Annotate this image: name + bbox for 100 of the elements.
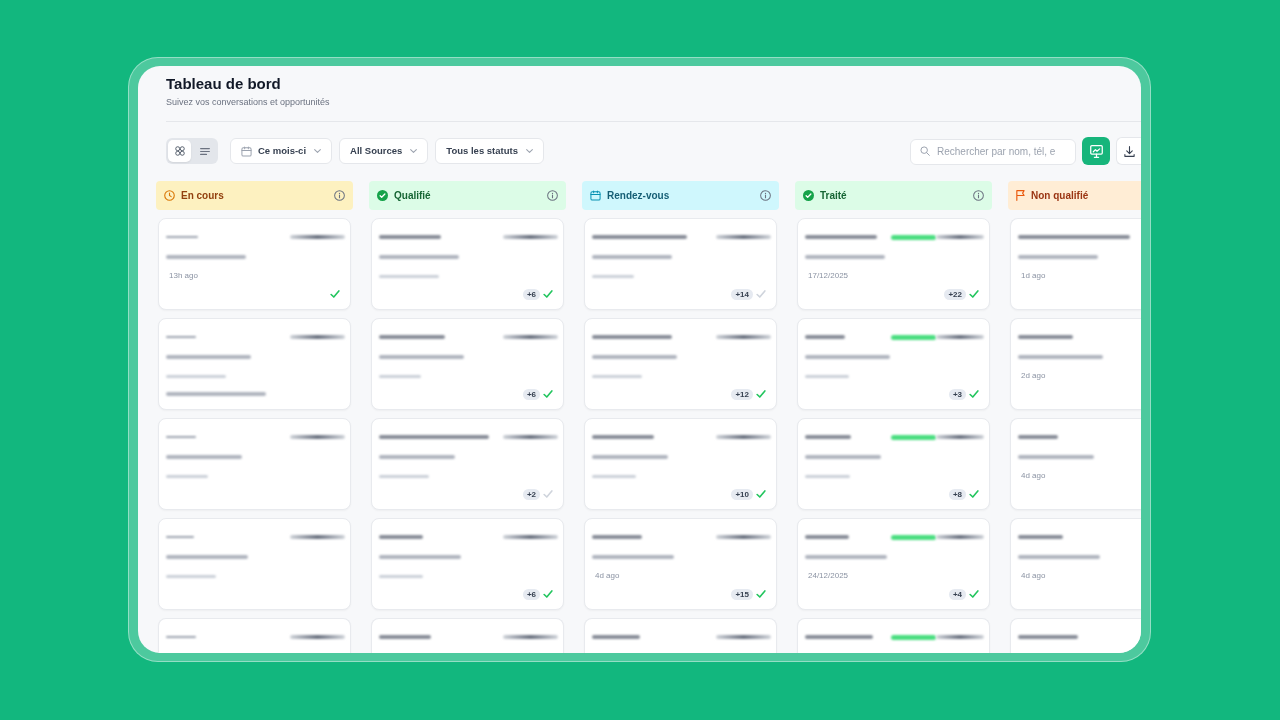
- blurred-text: [805, 435, 851, 439]
- blurred-text: [1018, 635, 1078, 639]
- timestamp: 4d ago: [594, 571, 620, 581]
- blurred-text: [503, 435, 558, 439]
- screen-chart-icon: [1089, 144, 1103, 158]
- blurred-text: [936, 535, 984, 539]
- filter-dropdown[interactable]: Ce mois-ci: [230, 138, 333, 164]
- conversation-card[interactable]: [584, 618, 777, 653]
- blurred-text: [716, 435, 771, 439]
- column-title: Qualifié: [394, 189, 431, 203]
- flag-icon: [1016, 190, 1025, 201]
- caret-icon: [525, 149, 533, 153]
- conversation-card[interactable]: +8: [797, 418, 990, 510]
- column-title: Traité: [820, 189, 847, 203]
- page-subtitle: Suivez vos conversations et opportunités: [166, 97, 330, 108]
- timestamp: 13h ago: [168, 271, 198, 281]
- clock-icon: [164, 190, 175, 201]
- info-icon[interactable]: [334, 190, 345, 201]
- blurred-text: [716, 235, 771, 239]
- blurred-text: [1018, 535, 1063, 539]
- blurred-text: [379, 574, 423, 578]
- blurred-text: [936, 635, 984, 639]
- blurred-text: [166, 574, 216, 578]
- blurred-text: [936, 335, 984, 339]
- info-icon[interactable]: [760, 190, 771, 201]
- blurred-text: [379, 274, 439, 278]
- blurred-text: [503, 335, 558, 339]
- conversation-card[interactable]: +6: [371, 518, 564, 610]
- filter-dropdown[interactable]: Tous les statuts: [435, 138, 544, 164]
- count-badge: +3: [948, 388, 966, 400]
- blurred-text: [290, 235, 345, 239]
- conversation-card[interactable]: +10: [584, 418, 777, 510]
- conversation-card[interactable]: 24/12/2025 +4: [797, 518, 990, 610]
- blurred-text: [1018, 335, 1073, 339]
- blurred-text: [592, 535, 642, 539]
- timestamp: 4d ago: [1020, 571, 1046, 581]
- conversation-card[interactable]: [158, 518, 351, 610]
- blurred-text: [805, 535, 849, 539]
- blurred-text: [503, 535, 558, 539]
- caret-icon: [410, 149, 418, 153]
- blurred-text: [805, 374, 849, 378]
- blurred-text: [592, 274, 634, 278]
- blurred-text: [716, 535, 771, 539]
- check-circle-icon: [803, 190, 814, 201]
- conversation-card[interactable]: [158, 318, 351, 410]
- conversation-card[interactable]: +2: [371, 418, 564, 510]
- conversation-card[interactable]: [158, 618, 351, 653]
- filter-dropdown[interactable]: All Sources: [339, 138, 429, 164]
- blurred-text: [379, 235, 441, 239]
- timestamp: 2d ago: [1020, 371, 1046, 381]
- blurred-text: [290, 435, 345, 439]
- count-badge: +15: [731, 588, 753, 600]
- timestamp: 24/12/2025: [807, 571, 849, 581]
- download-button[interactable]: [1116, 137, 1141, 165]
- blurred-text: [290, 335, 345, 339]
- info-icon[interactable]: [973, 190, 984, 201]
- blurred-text: [379, 474, 429, 478]
- conversation-card[interactable]: [1010, 618, 1141, 653]
- count-badge: +4: [948, 588, 966, 600]
- timestamp: 17/12/2025: [807, 271, 849, 281]
- count-badge: +6: [522, 388, 540, 400]
- list-icon: [199, 147, 210, 155]
- blurred-text: [290, 635, 345, 639]
- caret-icon: [314, 149, 322, 153]
- blurred-text: [592, 635, 640, 639]
- conversation-card[interactable]: +6: [371, 318, 564, 410]
- grid-view-button[interactable]: [168, 140, 191, 162]
- blurred-text: [1018, 435, 1058, 439]
- blurred-text: [379, 635, 431, 639]
- conversation-card[interactable]: +12: [584, 318, 777, 410]
- conversation-card[interactable]: +6: [371, 218, 564, 310]
- blurred-text: [716, 335, 771, 339]
- count-badge: +12: [731, 388, 753, 400]
- blurred-text: [936, 435, 984, 439]
- conversation-card[interactable]: [797, 618, 990, 653]
- blurred-text: [503, 635, 558, 639]
- search-field[interactable]: Rechercher par nom, tél, e: [910, 138, 1076, 165]
- count-badge: +14: [731, 288, 753, 300]
- blurred-text: [592, 435, 654, 439]
- conversation-card[interactable]: 17/12/2025 +22: [797, 218, 990, 310]
- info-icon[interactable]: [547, 190, 558, 201]
- count-badge: +8: [948, 488, 966, 500]
- page-title: Tableau de bord: [166, 75, 281, 93]
- conversation-card[interactable]: +3: [797, 318, 990, 410]
- check-circle-icon: [377, 190, 388, 201]
- column-title: Rendez-vous: [607, 189, 670, 203]
- blurred-text: [379, 335, 445, 339]
- count-badge: +2: [522, 488, 540, 500]
- conversation-card[interactable]: +14: [584, 218, 777, 310]
- timestamp: 1d ago: [1020, 271, 1046, 281]
- blurred-text: [805, 635, 873, 639]
- column-title: Non qualifié: [1031, 189, 1089, 203]
- conversation-card[interactable]: 4d ago +15: [584, 518, 777, 610]
- blurred-text: [379, 535, 423, 539]
- count-badge: +22: [944, 288, 966, 300]
- board-view-button[interactable]: [1082, 137, 1110, 165]
- count-badge: +6: [522, 588, 540, 600]
- blurred-text: [503, 235, 558, 239]
- conversation-card[interactable]: [371, 618, 564, 653]
- conversation-card[interactable]: [158, 418, 351, 510]
